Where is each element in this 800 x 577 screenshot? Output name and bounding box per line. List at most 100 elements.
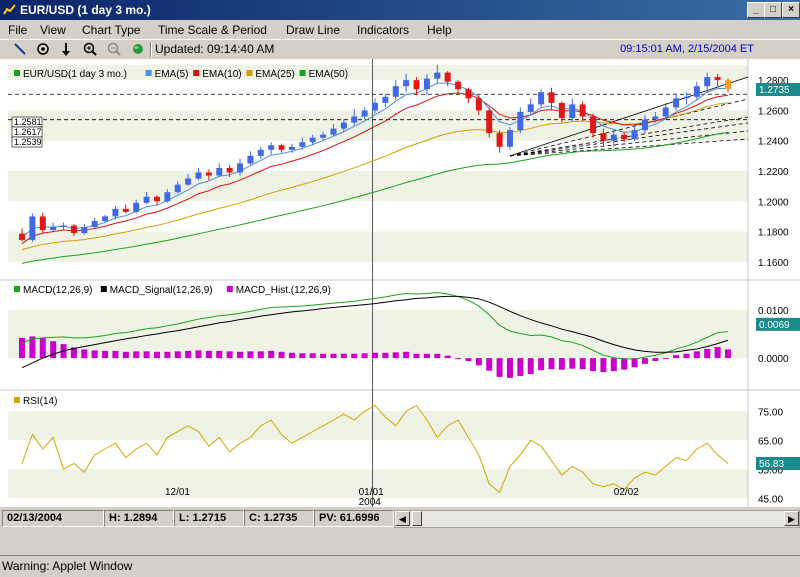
toolbar-separator	[150, 42, 152, 57]
candle-body	[517, 111, 524, 131]
candle-body	[70, 225, 77, 234]
price-tick-label: 1.1800	[758, 228, 789, 239]
chart-svg[interactable]: 1.16001.18001.20001.22001.24001.26001.28…	[0, 59, 800, 507]
candle-body	[590, 116, 597, 134]
macd-hist-bar	[205, 350, 212, 359]
candle-body	[174, 184, 181, 193]
rsi-legend: RSI(14)	[23, 396, 57, 407]
candle-body	[122, 208, 129, 212]
macd-hist-bar	[39, 337, 46, 359]
status-spacer	[0, 528, 800, 555]
candle-body	[112, 208, 119, 217]
chart-area[interactable]: 1.1600 1.1800 1.2000 1.2200 1.2400 1.2600 1.28…	[0, 59, 800, 507]
status-pv: PV: 61.6996	[314, 510, 394, 527]
candle-body	[475, 98, 482, 111]
menu-help[interactable]: Help	[427, 23, 452, 37]
scroll-thumb[interactable]	[412, 511, 422, 526]
candle-body	[434, 72, 441, 79]
menu-indicators[interactable]: Indicators	[357, 23, 409, 37]
target-icon[interactable]	[35, 41, 51, 57]
macd-hist-bar	[288, 352, 295, 359]
macd-hist-bar	[610, 358, 617, 372]
candle-body	[496, 133, 503, 147]
macd-band	[8, 309, 748, 359]
level-label: 1.2539	[14, 137, 42, 147]
candle-body	[600, 133, 607, 141]
candle-body	[486, 110, 493, 134]
macd-hist-bar	[662, 358, 669, 360]
draw-line-icon[interactable]	[12, 41, 28, 57]
scroll-right-button[interactable]: ▶	[784, 511, 799, 526]
candle-body	[673, 98, 680, 108]
macd-hist-bar	[216, 350, 223, 359]
candle-body	[91, 220, 98, 228]
close-button[interactable]: ×	[782, 2, 800, 18]
candle-body	[361, 110, 368, 117]
candle-body	[548, 92, 555, 103]
menu-draw-line[interactable]: Draw Line	[286, 23, 340, 37]
macd-hist-bar	[600, 358, 607, 373]
x-tick-label: 02/02	[614, 487, 639, 498]
candle-body	[153, 196, 160, 202]
macd-hist-bar	[621, 358, 628, 370]
time-scrollbar[interactable]: ◀ ▶	[394, 510, 800, 528]
candle-body	[683, 96, 690, 99]
price-legend: EMA(10)	[202, 69, 241, 80]
menu-chart-type[interactable]: Chart Type	[82, 23, 140, 37]
candle-body	[205, 172, 212, 176]
candle-body	[268, 145, 275, 150]
status-close: C: 1.2735	[244, 510, 314, 527]
macd-hist-bar	[704, 348, 711, 359]
candle-body	[704, 77, 711, 87]
macd-hist-bar	[382, 352, 389, 359]
macd-hist-bar	[361, 353, 368, 359]
macd-hist-bar	[714, 347, 721, 359]
x-tick-label: 2004	[359, 497, 382, 507]
price-legend: EMA(25)	[255, 69, 294, 80]
macd-hist-bar	[340, 353, 347, 359]
candle-body	[455, 81, 462, 90]
price-tick-label: 1.2600	[758, 106, 789, 117]
candle-body	[652, 116, 659, 120]
macd-hist-bar	[320, 353, 327, 359]
macd-hist-bar	[112, 350, 119, 359]
macd-hist-bar	[268, 350, 275, 359]
down-arrow-icon[interactable]	[58, 41, 74, 57]
menu-time-scale[interactable]: Time Scale & Period	[158, 23, 267, 37]
status-low: L: 1.2715	[174, 510, 244, 527]
scroll-left-button[interactable]: ◀	[395, 511, 410, 526]
candle-body	[351, 116, 358, 123]
candle-body	[423, 78, 430, 90]
price-legend: EMA(50)	[309, 69, 348, 80]
candle-body	[506, 130, 513, 147]
macd-hist-bar	[153, 351, 160, 359]
macd-hist-bar	[673, 355, 680, 359]
candle-body	[621, 134, 628, 140]
maximize-button[interactable]: □	[764, 2, 782, 18]
macd-hist-bar	[725, 349, 731, 359]
macd-hist-bar	[330, 353, 337, 359]
globe-icon[interactable]	[130, 41, 146, 57]
updated-time: Updated: 09:14:40 AM	[155, 42, 275, 56]
macd-hist-bar	[506, 358, 513, 378]
price-last-value: 1.2735	[759, 85, 790, 96]
macd-hist-bar	[475, 358, 482, 366]
macd-hist-bar	[683, 353, 690, 359]
menu-file[interactable]: File	[8, 23, 27, 37]
macd-hist-bar	[465, 358, 472, 361]
rsi-legend-swatch	[14, 397, 20, 403]
candle-body	[50, 227, 57, 231]
zoom-in-icon[interactable]	[82, 41, 98, 57]
minimize-button[interactable]: _	[747, 2, 765, 18]
macd-hist-bar	[434, 353, 441, 359]
rsi-tick-label: 45.00	[758, 494, 783, 505]
macd-legend: MACD_Signal(12,26,9)	[110, 285, 213, 296]
macd-hist-bar	[174, 351, 181, 359]
candle-body	[185, 178, 192, 185]
candle-body	[569, 104, 576, 118]
menu-view[interactable]: View	[40, 23, 66, 37]
macd-tick-label: 0.0100	[758, 306, 789, 317]
candle-body	[538, 92, 545, 105]
zoom-out-icon[interactable]	[106, 41, 122, 57]
macd-hist-bar	[195, 350, 202, 359]
